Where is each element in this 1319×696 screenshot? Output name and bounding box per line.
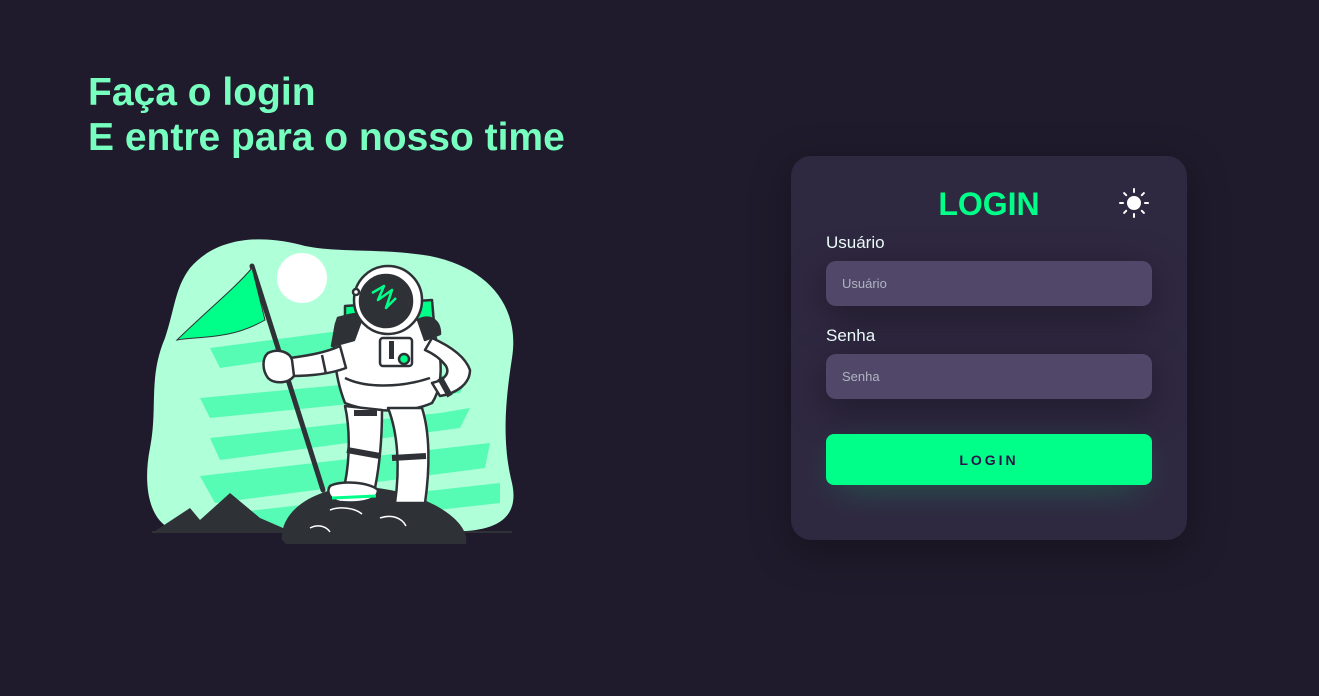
- login-button[interactable]: LOGIN: [826, 434, 1152, 485]
- astronaut-illustration: [147, 239, 514, 544]
- sun-icon[interactable]: [1118, 187, 1150, 219]
- moon: [277, 253, 327, 303]
- username-label: Usuário: [826, 233, 885, 252]
- hero-line-1: Faça o login: [88, 71, 316, 114]
- password-label: Senha: [826, 326, 876, 345]
- username-input[interactable]: [826, 261, 1152, 306]
- login-card: LOGIN Usuário Senha LOGIN: [791, 156, 1187, 540]
- login-page: Faça o login E entre para o nosso time L…: [0, 0, 1319, 696]
- hero-line-2: E entre para o nosso time: [88, 116, 565, 159]
- hero-heading: Faça o login E entre para o nosso time: [88, 70, 565, 160]
- password-input[interactable]: [826, 354, 1152, 399]
